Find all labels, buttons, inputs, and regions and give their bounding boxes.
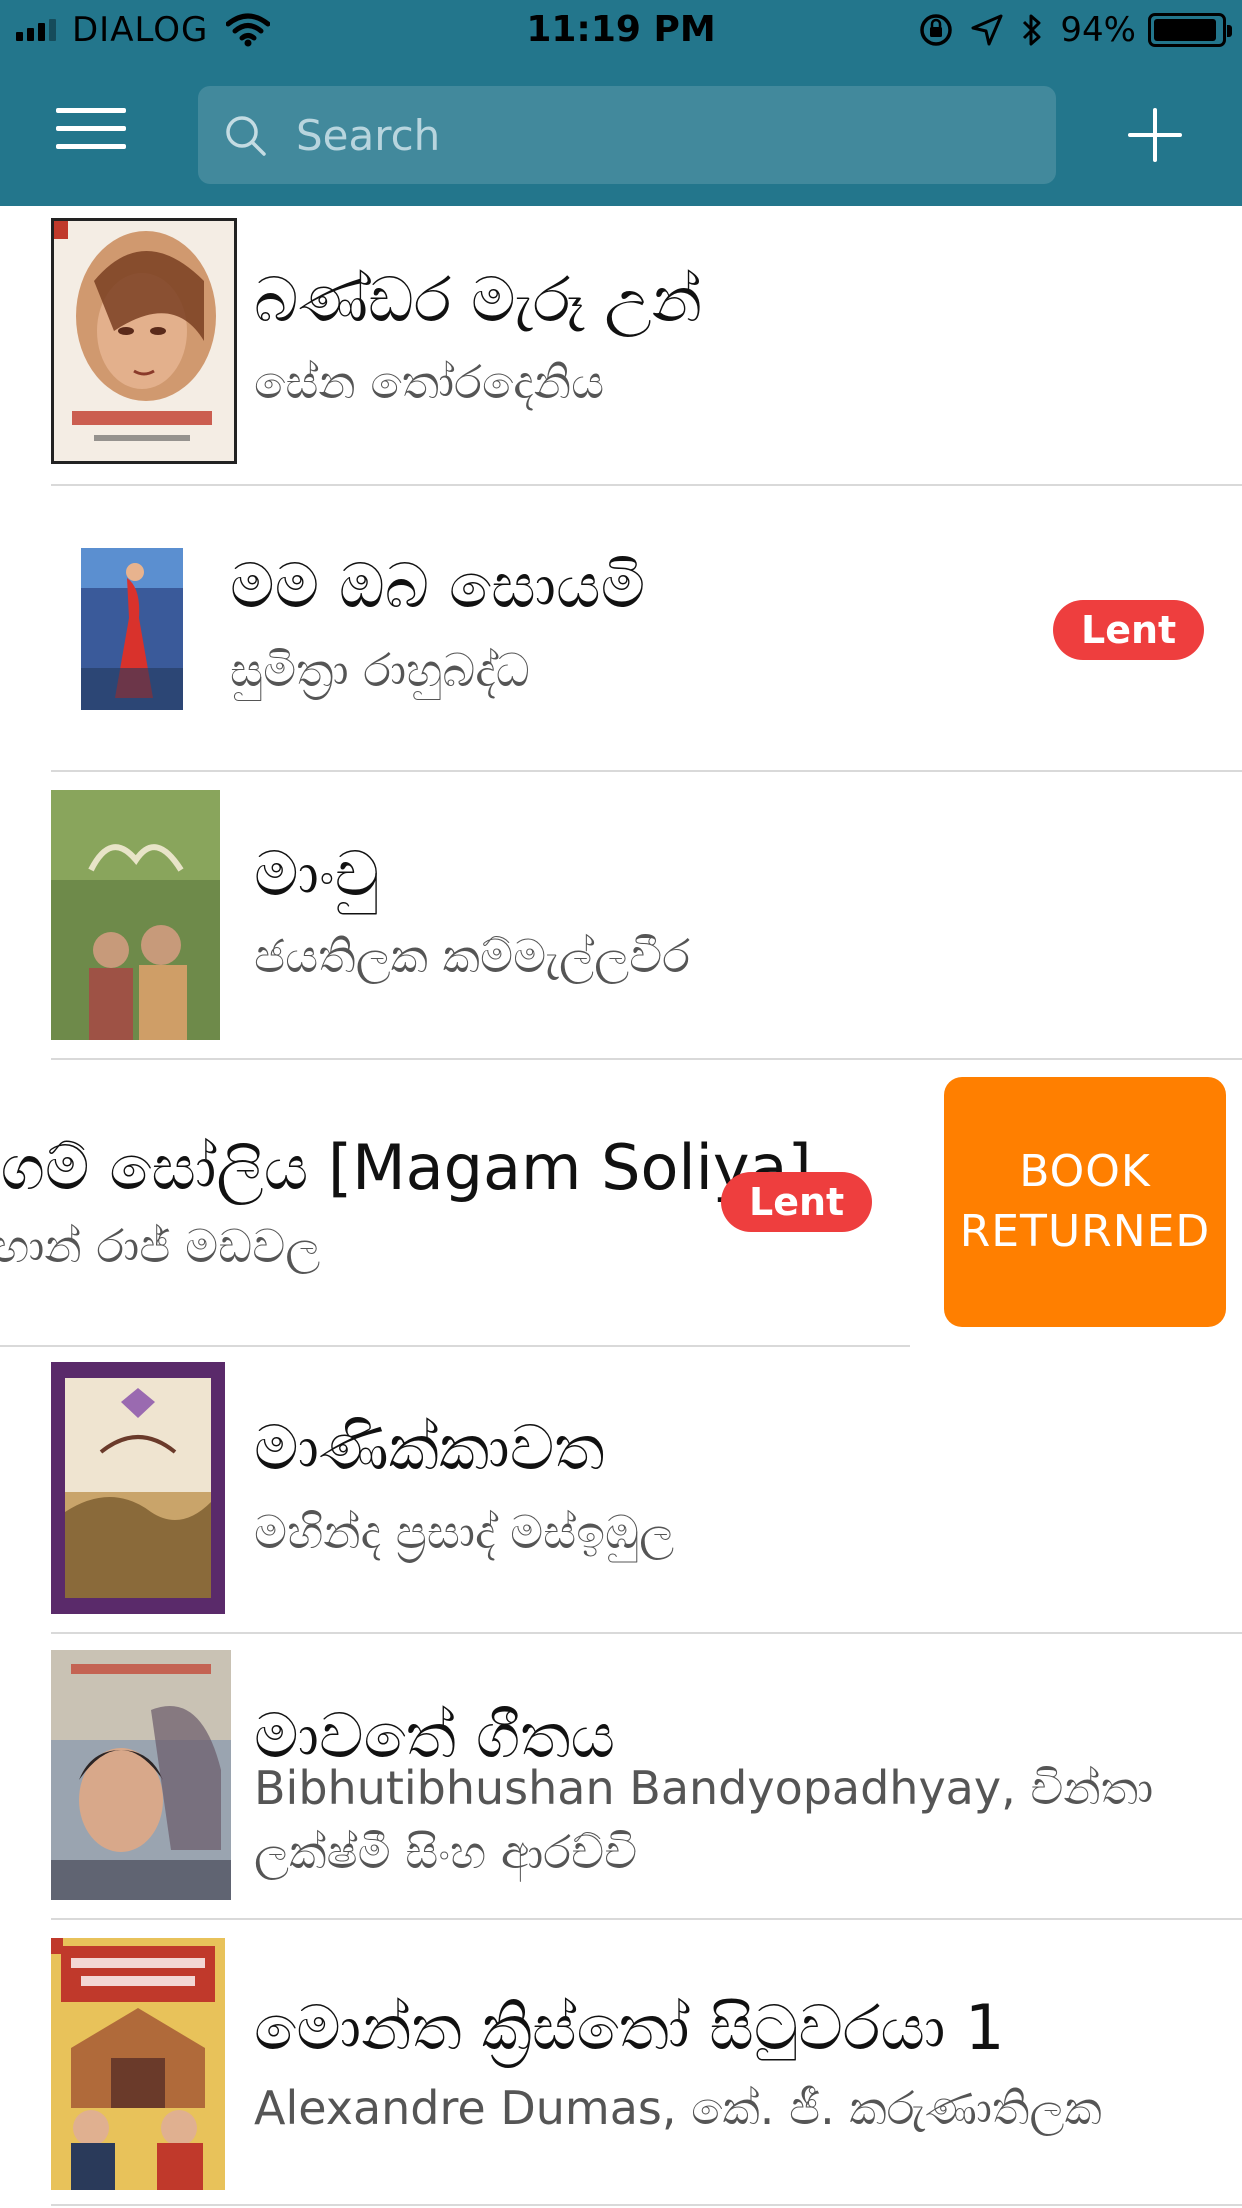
book-cover-image — [51, 218, 237, 464]
book-returned-line1: BOOK — [1019, 1146, 1151, 1197]
book-cover-image — [51, 790, 220, 1040]
row-divider — [51, 1058, 1242, 1060]
book-author-line1: Bibhutibhushan Bandyopadhyay, චින්තා — [254, 1761, 1154, 1815]
search-icon — [226, 116, 266, 156]
book-title: මාණික්කාවත — [254, 1411, 605, 1484]
book-author: Alexandre Dumas, කේ. ජී. කරුණාතිලක — [254, 2081, 1102, 2135]
add-book-icon[interactable] — [1128, 108, 1182, 162]
book-author: මහාන් රාජ් මඩවල — [0, 1219, 321, 1273]
book-cover-image — [51, 1362, 225, 1614]
book-title: මම ඔබ සොයමි — [230, 549, 646, 622]
battery-fill — [1154, 19, 1217, 41]
row-divider — [51, 1632, 1242, 1634]
battery-icon — [1148, 13, 1232, 47]
app-header: DIALOG 11:19 PM 94% — [0, 0, 1242, 206]
book-returned-button[interactable]: BOOK RETURNED — [944, 1077, 1226, 1327]
status-right: 94% — [918, 6, 1232, 54]
status-bar: DIALOG 11:19 PM 94% — [0, 0, 1242, 60]
row-divider — [51, 2204, 1242, 2206]
book-returned-line2: RETURNED — [959, 1206, 1211, 1257]
book-cover-image — [81, 548, 183, 710]
book-author: ජයතිලක කම්මැල්ලවීර — [254, 929, 691, 983]
search-bar[interactable] — [198, 86, 1056, 184]
battery-percentage: 94% — [1060, 10, 1136, 50]
book-title: මොන්ත ක්‍රිස්තෝ සිටුවරයා 1 — [254, 1991, 1005, 2064]
bluetooth-icon — [1023, 14, 1041, 46]
lent-badge: Lent — [721, 1172, 873, 1232]
row-divider — [51, 484, 1242, 486]
book-title: මගම් සෝලිය [Magam Soliya] — [0, 1131, 812, 1204]
orientation-lock-icon — [920, 14, 953, 46]
book-cover-image — [51, 1938, 225, 2190]
book-author-line2: ලක්ෂ්මී සිංහ ආරච්චි — [254, 1825, 638, 1879]
row-divider — [51, 770, 1242, 772]
location-icon — [971, 14, 1003, 46]
row-divider — [51, 1918, 1242, 1920]
hamburger-menu-icon[interactable] — [56, 108, 126, 156]
lent-badge: Lent — [1053, 600, 1205, 660]
book-title: මාංචු — [254, 837, 380, 910]
book-author: සේන තෝරදෙනිය — [254, 355, 605, 409]
book-author: සුමිත්‍රා රාහුබද්ධ — [230, 643, 530, 697]
row-divider — [0, 1345, 910, 1347]
search-input[interactable] — [296, 86, 1036, 184]
book-author: මහින්ද ප්‍රසාද් මස්ඉඹුල — [254, 1505, 675, 1559]
book-title: බණ්ඩර මැරූ උන් — [254, 263, 703, 336]
book-cover-image — [51, 1650, 231, 1900]
